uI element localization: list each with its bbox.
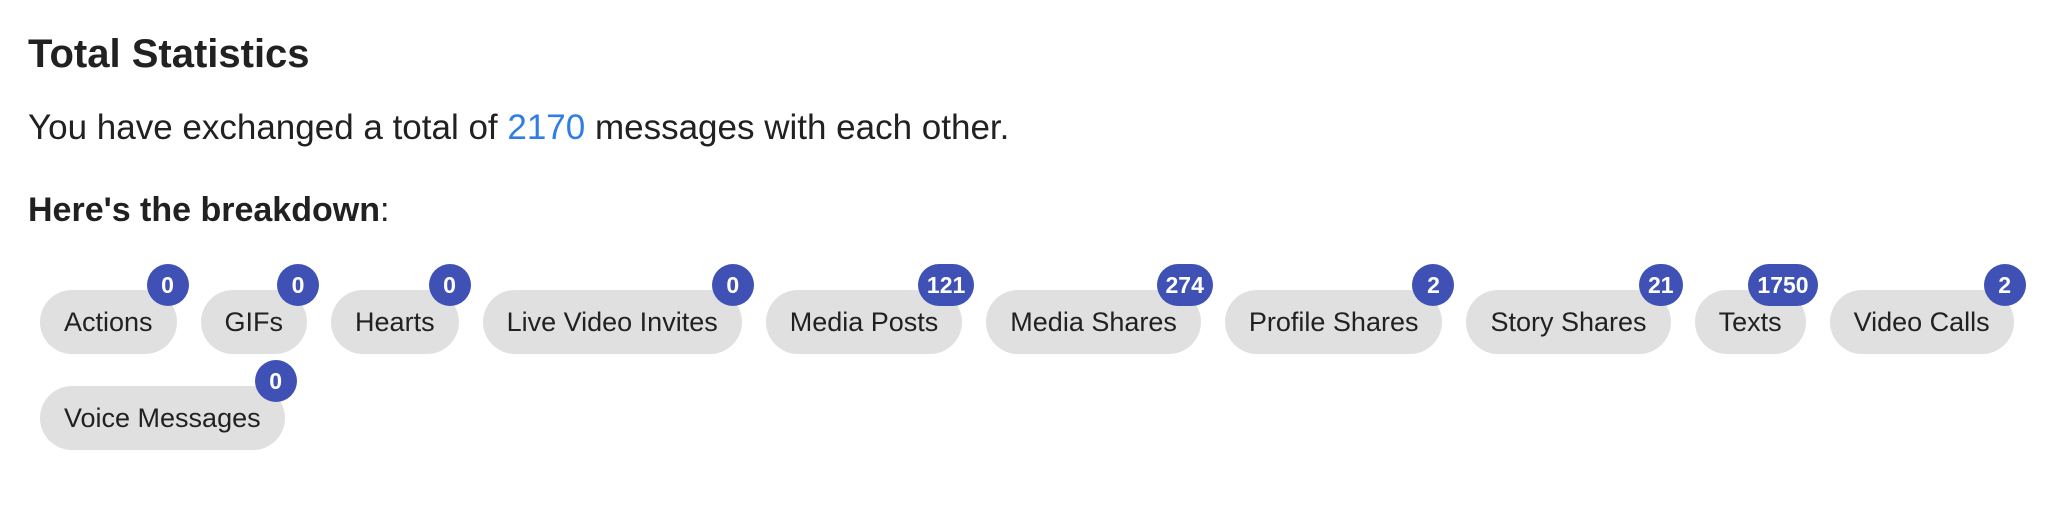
chip-label: Media Shares [1010,306,1177,337]
summary-suffix: messages with each other. [585,108,1010,147]
chip-label: Profile Shares [1248,306,1419,337]
page-title: Total Statistics [28,32,310,76]
chip-media-shares[interactable]: Media Shares 274 [986,264,1213,354]
chip-label: Media Posts [789,306,939,337]
count-badge: 0 [254,360,297,402]
chip-label: GIFs [224,306,284,337]
chip-voice-messages[interactable]: Voice Messages 0 [40,360,297,450]
count-badge: 0 [277,264,320,306]
count-badge: 21 [1638,264,1683,306]
chip-label: Hearts [355,306,435,337]
chip-gifs[interactable]: GIFs 0 [200,264,320,354]
breakdown-label: Here's the breakdown [28,191,380,229]
chip-video-calls[interactable]: Video Calls 2 [1829,264,2026,354]
chip-label: Voice Messages [64,402,261,433]
breakdown-colon: : [379,191,390,229]
chip-actions[interactable]: Actions 0 [40,264,189,354]
chip-texts[interactable]: Texts 1750 [1694,264,1818,354]
chip-label: Video Calls [1853,306,1990,337]
count-badge: 2 [1983,264,2026,306]
chip-media-posts[interactable]: Media Posts 121 [765,264,975,354]
count-badge: 0 [428,264,471,306]
chip-label: Actions [64,306,153,337]
chip-live-video-invites[interactable]: Live Video Invites 0 [482,264,754,354]
count-badge: 121 [917,264,975,306]
chip-label: Live Video Invites [506,306,718,337]
count-badge: 0 [711,264,754,306]
statistics-panel: Total Statistics You have exchanged a to… [0,0,2066,450]
count-badge: 1750 [1748,264,1818,306]
chip-story-shares[interactable]: Story Shares 21 [1466,264,1683,354]
chip-label: Texts [1718,306,1782,337]
chip-label: Story Shares [1490,306,1647,337]
chip-hearts[interactable]: Hearts 0 [331,264,471,354]
message-type-chips: Actions 0 GIFs 0 Hearts 0 Live Video Inv… [28,264,2050,450]
count-badge: 274 [1156,264,1213,306]
summary-text: You have exchanged a total of 2170 messa… [28,102,2038,154]
total-message-count: 2170 [507,108,586,147]
summary-prefix: You have exchanged a total of [28,108,508,147]
count-badge: 2 [1412,264,1455,306]
count-badge: 0 [146,264,189,306]
chip-profile-shares[interactable]: Profile Shares 2 [1224,264,1455,354]
breakdown-heading: Here's the breakdown: [28,184,2038,236]
